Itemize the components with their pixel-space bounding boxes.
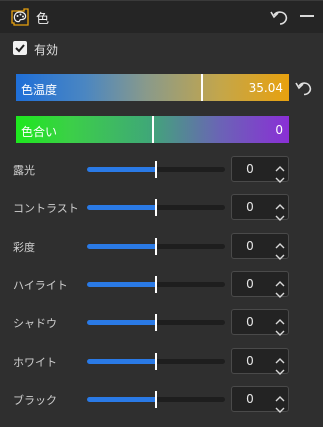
adjustment-slider-fill: [87, 396, 156, 402]
temperature-thumb[interactable]: [201, 74, 203, 101]
adjustment-row-1: コントラスト: [0, 192, 323, 222]
adjustment-slider[interactable]: [87, 161, 225, 178]
adjustment-slider-fill: [87, 243, 156, 249]
adjustment-row-4: シャドウ: [0, 307, 323, 337]
adjustment-slider-thumb[interactable]: [155, 352, 157, 370]
adjustment-value-input[interactable]: [232, 310, 268, 335]
adjustment-value-input[interactable]: [232, 195, 268, 220]
adjustment-value-input[interactable]: [232, 157, 268, 181]
tint-slider[interactable]: 色合い 0: [16, 116, 289, 143]
panel-title: 色: [36, 12, 50, 27]
chevron-up-icon[interactable]: [274, 351, 286, 363]
adjustment-spinbox: [231, 156, 289, 183]
chevron-up-icon[interactable]: [274, 274, 286, 287]
adjustment-slider-fill: [87, 205, 156, 211]
adjustment-label: ハイライト: [13, 278, 68, 292]
adjustment-slider-thumb[interactable]: [155, 237, 157, 255]
chevron-down-icon[interactable]: [274, 208, 286, 222]
adjustment-slider[interactable]: [87, 352, 225, 370]
adjustment-slider[interactable]: [87, 199, 225, 217]
undo-icon[interactable]: [268, 7, 290, 27]
checkmark-icon: [15, 44, 25, 53]
adjustment-row-0: 露光: [0, 154, 323, 184]
adjustment-value-input[interactable]: [232, 233, 268, 258]
tint-label: 色合い: [21, 125, 58, 139]
temperature-slider[interactable]: 色温度 35.04: [16, 74, 289, 101]
chevron-down-icon[interactable]: [274, 170, 286, 183]
adjustment-slider-fill: [87, 281, 156, 287]
adjustment-label: 彩度: [13, 240, 35, 254]
temperature-label: 色温度: [21, 83, 58, 97]
adjustment-slider-thumb[interactable]: [155, 199, 157, 217]
adjustment-spinbox: [231, 194, 289, 222]
chevron-down-icon[interactable]: [274, 323, 286, 337]
adjustment-slider-fill: [87, 320, 156, 326]
adjustment-spinbox: [231, 309, 289, 337]
adjustment-slider-thumb[interactable]: [155, 314, 157, 332]
chevron-up-icon[interactable]: [274, 197, 286, 210]
adjustment-slider[interactable]: [87, 390, 225, 408]
enable-label: 有効: [34, 43, 59, 57]
adjustment-slider-fill: [87, 358, 156, 364]
palette-icon: [10, 7, 30, 27]
adjustment-label: シャドウ: [13, 317, 57, 331]
chevron-up-icon[interactable]: [274, 389, 286, 402]
adjustment-spinbox: [231, 347, 289, 375]
adjustment-slider-fill: [87, 167, 156, 172]
chevron-down-icon[interactable]: [274, 400, 286, 413]
adjustment-spinbox: [231, 270, 289, 298]
chevron-down-icon[interactable]: [274, 285, 286, 298]
chevron-down-icon[interactable]: [274, 362, 286, 375]
adjustment-spinbox: [231, 232, 289, 260]
adjustment-label: ホワイト: [13, 355, 57, 369]
collapse-button[interactable]: [300, 15, 314, 17]
tint-thumb[interactable]: [152, 116, 154, 143]
enable-checkbox[interactable]: [13, 41, 27, 55]
adjustment-row-6: ブラック: [0, 384, 323, 414]
adjustment-value-input[interactable]: [232, 348, 268, 373]
adjustment-slider[interactable]: [87, 275, 225, 293]
adjustment-row-2: 彩度: [0, 231, 323, 261]
adjustment-label: ブラック: [13, 393, 57, 407]
adjustment-slider-thumb[interactable]: [155, 161, 157, 178]
chevron-up-icon[interactable]: [274, 312, 286, 325]
adjustment-value-input[interactable]: [232, 386, 268, 411]
adjustment-slider[interactable]: [87, 237, 225, 255]
adjustment-label: 露光: [13, 164, 35, 177]
chevron-down-icon[interactable]: [274, 247, 286, 260]
adjustment-label: コントラスト: [13, 202, 79, 216]
adjustment-spinbox: [231, 385, 289, 413]
color-panel: 色 有効 色温度 35.04 色合い 0 露光 0 コントラスト 0 彩度 0 …: [0, 0, 323, 427]
adjustment-slider-thumb[interactable]: [155, 275, 157, 293]
temperature-value: 35.04: [248, 81, 283, 95]
adjustment-slider[interactable]: [87, 314, 225, 332]
adjustment-row-5: ホワイト: [0, 346, 323, 376]
chevron-up-icon[interactable]: [274, 236, 286, 249]
adjustment-value-input[interactable]: [232, 271, 268, 296]
tint-value: 0: [275, 123, 283, 137]
adjustment-row-3: ハイライト: [0, 269, 323, 299]
panel-header: 色: [0, 1, 323, 33]
chevron-up-icon[interactable]: [274, 159, 286, 172]
temperature-reset-icon[interactable]: [294, 79, 314, 97]
adjustment-slider-thumb[interactable]: [155, 390, 157, 408]
